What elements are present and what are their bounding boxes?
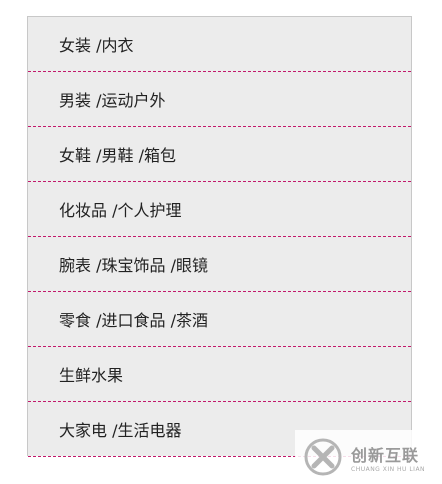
menu-item-label: 女鞋 /男鞋 /箱包 <box>59 146 176 165</box>
watermark-title: 创新互联 <box>351 445 420 465</box>
page: 女装 /内衣 男装 /运动户外 女鞋 /男鞋 /箱包 化妆品 /个人护理 腕表 … <box>0 0 442 484</box>
menu-item-label: 腕表 /珠宝饰品 /眼镜 <box>59 256 208 275</box>
menu-item-label: 生鲜水果 <box>59 366 124 385</box>
menu-item-label: 男装 /运动户外 <box>59 91 166 110</box>
menu-item-mens-clothing[interactable]: 男装 /运动户外 <box>28 72 411 127</box>
menu-item-womens-clothing[interactable]: 女装 /内衣 <box>28 17 411 72</box>
menu-item-fresh-fruit[interactable]: 生鲜水果 <box>28 347 411 402</box>
watermark: 创新互联 CHUANG XIN HU LIAN <box>295 430 442 484</box>
menu-item-label: 女装 /内衣 <box>59 36 134 55</box>
menu-item-shoes-bags[interactable]: 女鞋 /男鞋 /箱包 <box>28 127 411 182</box>
x-logo-icon <box>304 438 342 476</box>
category-menu: 女装 /内衣 男装 /运动户外 女鞋 /男鞋 /箱包 化妆品 /个人护理 腕表 … <box>27 16 412 457</box>
menu-item-label: 化妆品 /个人护理 <box>59 201 182 220</box>
watermark-text: 创新互联 CHUANG XIN HU LIAN <box>351 442 425 473</box>
menu-item-snacks-drinks[interactable]: 零食 /进口食品 /茶酒 <box>28 292 411 347</box>
menu-item-label: 大家电 /生活电器 <box>59 421 182 440</box>
watermark-subtitle: CHUANG XIN HU LIAN <box>351 465 426 473</box>
menu-item-cosmetics[interactable]: 化妆品 /个人护理 <box>28 182 411 237</box>
menu-item-label: 零食 /进口食品 /茶酒 <box>59 311 208 330</box>
menu-item-watches-jewelry[interactable]: 腕表 /珠宝饰品 /眼镜 <box>28 237 411 292</box>
